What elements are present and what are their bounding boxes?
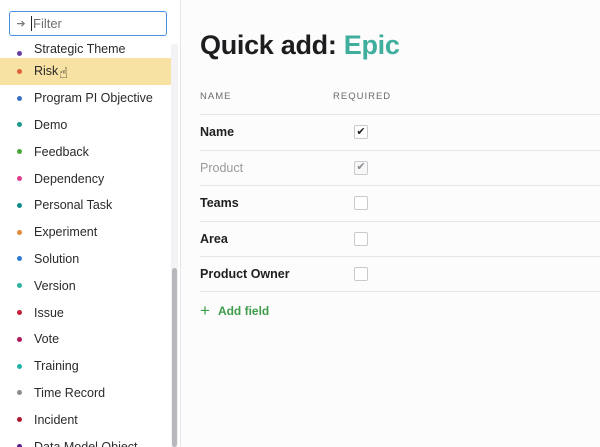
- field-row: Teams: [200, 185, 600, 221]
- type-label: Issue: [34, 305, 64, 320]
- type-label: Experiment: [34, 225, 98, 240]
- type-color-dot: [17, 256, 22, 262]
- filter-box[interactable]: ➔: [9, 11, 167, 36]
- type-label: Personal Task: [34, 198, 113, 213]
- type-item[interactable]: Dependency: [0, 165, 171, 192]
- type-label: Time Record: [34, 385, 106, 400]
- type-color-dot: [17, 122, 22, 128]
- type-item[interactable]: Strategic Theme: [0, 34, 171, 58]
- title-entity: Epic: [343, 30, 400, 60]
- type-color-dot: [17, 176, 22, 182]
- field-table: Name ✔ Product ✔ Teams Area Product Owner: [200, 114, 600, 292]
- column-header-name: NAME: [200, 91, 232, 102]
- type-label: Data Model Object: [34, 439, 138, 447]
- hand-cursor-icon: ☝: [59, 65, 69, 82]
- type-color-dot: [17, 68, 22, 74]
- type-item[interactable]: Incident: [0, 406, 171, 433]
- type-label: Incident: [34, 412, 78, 427]
- scrollbar-thumb[interactable]: [172, 268, 177, 447]
- page-title: Quick add: Epic: [200, 30, 400, 61]
- type-item[interactable]: Demo: [0, 112, 171, 139]
- field-name: Product: [200, 160, 244, 175]
- arrow-right-icon: ➔: [16, 18, 26, 30]
- type-label: Program PI Objective: [34, 91, 153, 106]
- field-row: Name ✔: [200, 114, 600, 150]
- type-item[interactable]: Personal Task: [0, 192, 171, 219]
- type-label: Vote: [34, 332, 60, 347]
- type-color-dot: [17, 149, 22, 155]
- filter-input[interactable]: [32, 16, 152, 31]
- type-item[interactable]: Vote: [0, 326, 171, 353]
- column-header-required: REQUIRED: [333, 91, 392, 102]
- type-color-dot: [17, 390, 22, 396]
- required-checkbox[interactable]: [354, 267, 368, 282]
- type-label: Dependency: [34, 171, 105, 186]
- quick-add-panel: Quick add: Epic NAME REQUIRED Name ✔ Produ…: [181, 0, 600, 447]
- type-label: Risk: [34, 64, 59, 79]
- required-checkbox[interactable]: ✔: [354, 125, 368, 139]
- check-icon: ✔: [356, 125, 366, 138]
- type-item[interactable]: Solution: [0, 246, 171, 273]
- field-row: Product ✔: [200, 149, 600, 186]
- type-color-dot: [17, 363, 22, 369]
- field-name: Area: [200, 232, 228, 247]
- type-color-dot: [17, 51, 22, 56]
- type-color-dot: [17, 283, 22, 289]
- type-label: Training: [34, 359, 79, 374]
- type-item[interactable]: Program PI Objective: [0, 85, 171, 112]
- required-checkbox[interactable]: [354, 196, 368, 211]
- field-row: Area: [200, 220, 600, 257]
- type-item[interactable]: Risk ☝: [0, 58, 171, 85]
- check-icon: ✔: [356, 161, 366, 174]
- type-label: Feedback: [34, 144, 89, 159]
- type-list: Strategic Theme Risk ☝ Program PI Objective…: [0, 34, 171, 447]
- plus-icon: +: [200, 301, 210, 320]
- field-name: Name: [200, 125, 235, 140]
- required-checkbox: ✔: [354, 160, 368, 175]
- work-item-type-panel: ➔ Strategic Theme Risk☝ Program PI Objecti…: [0, 0, 180, 447]
- type-item[interactable]: Experiment: [0, 219, 171, 246]
- add-field-button[interactable]: + Add field: [200, 302, 269, 319]
- type-label: Version: [34, 278, 76, 293]
- required-checkbox[interactable]: [354, 231, 368, 246]
- type-color-dot: [17, 310, 22, 316]
- type-item[interactable]: Issue: [0, 299, 171, 326]
- title-prefix: Quick add:: [200, 30, 344, 60]
- type-color-dot: [17, 202, 22, 208]
- type-color-dot: [17, 229, 22, 235]
- type-label: Strategic Theme: [34, 42, 126, 56]
- type-color-dot: [17, 336, 22, 342]
- type-item[interactable]: Training: [0, 353, 171, 380]
- type-item[interactable]: Time Record: [0, 380, 171, 407]
- field-row: Product Owner: [200, 256, 600, 292]
- type-item[interactable]: Feedback: [0, 138, 171, 165]
- type-label: Solution: [34, 251, 80, 266]
- field-name: Teams: [200, 196, 239, 211]
- field-name: Product Owner: [200, 267, 290, 282]
- type-color-dot: [17, 417, 22, 423]
- type-item[interactable]: Data Model Object: [0, 433, 171, 447]
- type-color-dot: [17, 95, 22, 101]
- type-item[interactable]: Version: [0, 272, 171, 299]
- add-field-label: Add field: [217, 303, 270, 318]
- type-label: Demo: [34, 117, 68, 132]
